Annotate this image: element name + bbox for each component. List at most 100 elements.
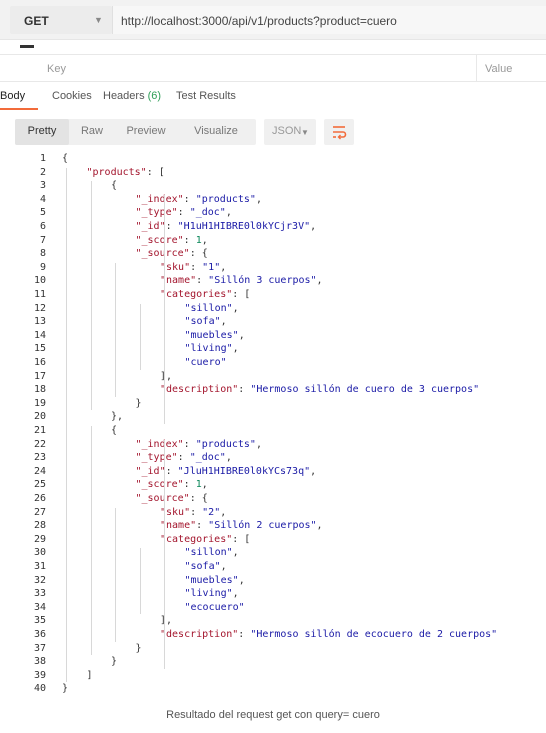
code-token: : xyxy=(177,452,190,464)
code-token: { xyxy=(111,425,118,436)
code-token: "sofa" xyxy=(184,561,221,572)
code-line: "description": "Hermoso sillón de cuero … xyxy=(160,383,479,397)
code-token: } xyxy=(111,656,118,668)
code-token: "_type" xyxy=(135,207,178,219)
code-line: "muebles", xyxy=(185,329,245,343)
code-line: "sofa", xyxy=(185,560,227,574)
line-number: 33 xyxy=(33,588,46,600)
code-token: "Sillón 2 cuerpos" xyxy=(208,520,317,532)
code-line: "products": [ xyxy=(87,166,165,180)
request-bar: GET ▼ http://localhost:3000/api/v1/produ… xyxy=(0,0,546,40)
code-token: "description" xyxy=(160,384,239,396)
code-token: ], xyxy=(160,370,173,382)
code-line: "cuero" xyxy=(185,356,227,370)
code-line: "sku": "2", xyxy=(160,506,226,520)
code-token: "_source" xyxy=(135,493,190,504)
code-line: } xyxy=(62,682,68,696)
indent-guide xyxy=(164,194,165,424)
code-line: "_id": "JluH1HIBRE0l0kYCs73q", xyxy=(136,465,317,479)
code-line: "_score": 1, xyxy=(136,478,208,492)
line-number: 1 xyxy=(39,153,46,164)
tab-headers[interactable]: Headers (6) xyxy=(103,90,161,102)
format-select[interactable]: JSON ▼ xyxy=(264,119,316,145)
code-line: "_source": { xyxy=(136,492,208,506)
code-token: } xyxy=(135,642,142,654)
preview-button[interactable]: Preview xyxy=(117,119,175,145)
code-line: "sofa", xyxy=(185,315,227,329)
code-line: "name": "Sillón 3 cuerpos", xyxy=(160,274,323,288)
code-token: , xyxy=(255,193,262,205)
line-number: 21 xyxy=(33,425,46,436)
code-token: : xyxy=(183,438,196,450)
code-line: { xyxy=(111,424,117,438)
code-token: , xyxy=(220,561,227,572)
line-number: 4 xyxy=(39,193,46,205)
line-number: 39 xyxy=(33,669,46,681)
tab-body[interactable]: Body xyxy=(0,90,25,102)
code-token: "living" xyxy=(184,343,233,355)
params-checkbox[interactable] xyxy=(20,45,34,48)
code-token: , xyxy=(255,438,262,450)
code-token: "ecocuero" xyxy=(184,601,245,613)
code-line: { xyxy=(111,179,117,193)
code-token: "H1uH1HIBRE0l0kYCjr3V" xyxy=(177,221,311,232)
line-number: 19 xyxy=(33,397,46,409)
code-token: , xyxy=(201,234,208,246)
indent-guide xyxy=(90,181,92,411)
code-token: , xyxy=(232,343,239,355)
code-line: } xyxy=(136,642,142,656)
code-token: }, xyxy=(111,411,124,423)
pretty-button[interactable]: Pretty xyxy=(15,119,69,145)
url-input[interactable]: http://localhost:3000/api/v1/products?pr… xyxy=(112,6,546,34)
code-line: { xyxy=(62,152,68,166)
code-token: , xyxy=(316,275,323,287)
code-line: } xyxy=(111,655,117,669)
code-token: , xyxy=(310,221,317,232)
line-number: 38 xyxy=(33,656,46,668)
line-number: 26 xyxy=(33,493,46,504)
code-token: : xyxy=(177,207,190,219)
raw-button[interactable]: Raw xyxy=(73,119,111,145)
code-token: , xyxy=(220,316,227,328)
line-number: 34 xyxy=(33,601,46,613)
code-token: , xyxy=(316,520,323,532)
line-number: 20 xyxy=(33,411,46,423)
column-divider xyxy=(476,55,477,81)
code-token: , xyxy=(225,207,232,219)
indent-guide xyxy=(115,507,116,642)
line-number: 25 xyxy=(33,479,46,491)
code-token: : [ xyxy=(232,289,251,300)
code-token: "sillon" xyxy=(184,302,233,314)
code-token: : xyxy=(238,384,251,396)
code-token: ], xyxy=(160,615,173,627)
code-token: "cuero" xyxy=(184,357,227,368)
line-number: 22 xyxy=(33,438,46,450)
code-token: : [ xyxy=(146,166,165,178)
tab-test-results[interactable]: Test Results xyxy=(176,90,236,102)
tab-headers-label: Headers xyxy=(103,90,145,102)
code-line: "_score": 1, xyxy=(136,234,208,248)
response-body-code[interactable]: 1{2 "products": [3{4 "_index": "products",… xyxy=(0,152,546,696)
code-token: , xyxy=(220,506,227,518)
code-token: "sillon" xyxy=(184,547,233,559)
indent-guide xyxy=(139,548,141,615)
code-token: , xyxy=(238,574,245,586)
code-token: : xyxy=(183,193,196,205)
line-number: 18 xyxy=(33,384,46,396)
line-number: 40 xyxy=(33,683,46,695)
wrap-lines-button[interactable] xyxy=(324,119,354,145)
param-value-input[interactable]: Value xyxy=(485,63,512,75)
code-token: } xyxy=(135,397,142,409)
params-strip xyxy=(0,40,546,54)
code-token: "2" xyxy=(202,506,221,518)
code-token: "JluH1HIBRE0l0kYCs73q" xyxy=(177,465,311,477)
code-token: "_doc" xyxy=(189,207,226,219)
param-key-input[interactable]: Key xyxy=(47,63,66,75)
line-number: 14 xyxy=(33,329,46,341)
code-token: "_type" xyxy=(135,452,178,464)
method-select[interactable]: GET ▼ xyxy=(10,6,112,34)
line-number: 5 xyxy=(39,207,46,219)
code-token: "description" xyxy=(160,629,239,640)
visualize-button[interactable]: Visualize xyxy=(183,119,249,145)
tab-cookies[interactable]: Cookies xyxy=(52,90,92,102)
